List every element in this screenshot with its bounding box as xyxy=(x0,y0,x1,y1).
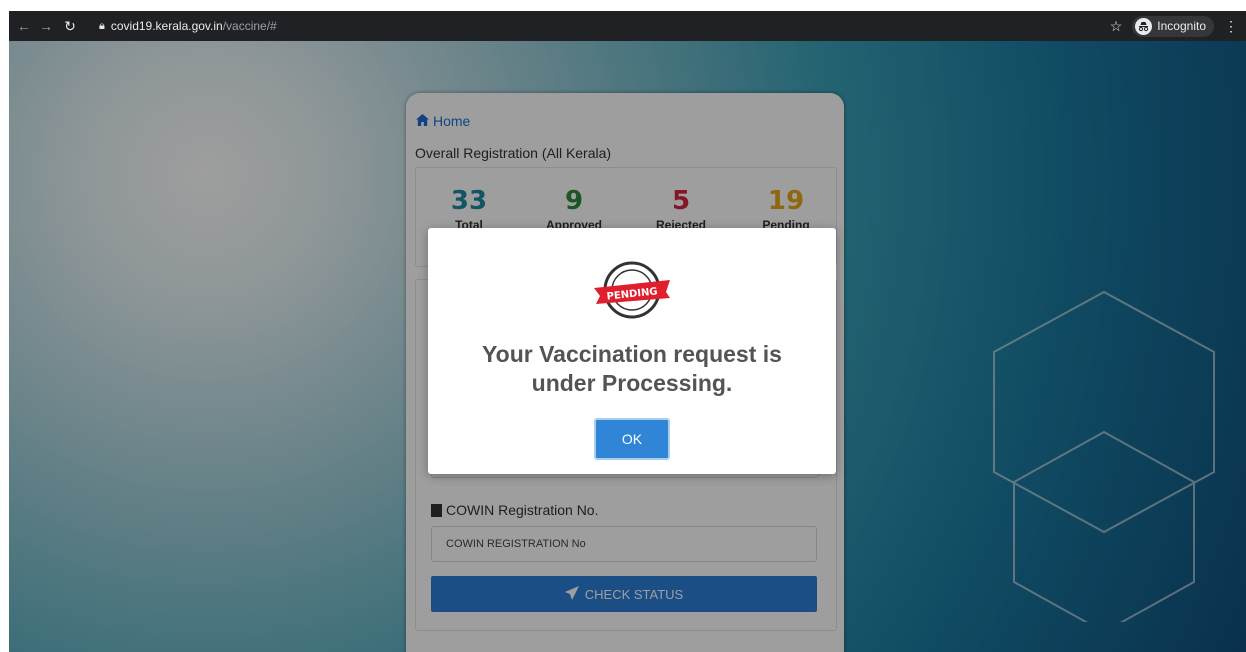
kebab-menu-icon[interactable]: ⋮ xyxy=(1224,18,1238,35)
ok-button[interactable]: OK xyxy=(594,418,670,460)
incognito-icon xyxy=(1135,17,1153,35)
lock-icon[interactable]: 🔒︎ xyxy=(99,20,105,33)
incognito-indicator[interactable]: Incognito xyxy=(1132,15,1214,37)
modal-message-line2: under Processing. xyxy=(531,370,733,396)
url-host: covid19.kerala.gov.in xyxy=(110,19,223,33)
modal-message: Your Vaccination request is under Proces… xyxy=(428,340,836,398)
status-modal: PENDING Your Vaccination request is unde… xyxy=(428,228,836,474)
browser-toolbar: ← → ↻ 🔒︎ covid19.kerala.gov.in/vaccine/#… xyxy=(9,11,1246,41)
modal-message-line1: Your Vaccination request is xyxy=(482,341,782,367)
pending-stamp-icon: PENDING xyxy=(590,258,674,327)
reload-icon[interactable]: ↻ xyxy=(59,18,81,35)
address-bar[interactable]: covid19.kerala.gov.in/vaccine/# xyxy=(111,19,277,33)
url-path: /vaccine/# xyxy=(222,19,277,33)
incognito-label: Incognito xyxy=(1157,19,1206,33)
toolbar-right: ☆ Incognito ⋮ xyxy=(1110,15,1246,37)
back-arrow-icon[interactable]: ← xyxy=(13,18,35,34)
star-icon[interactable]: ☆ xyxy=(1110,18,1123,35)
forward-arrow-icon[interactable]: → xyxy=(35,18,57,34)
